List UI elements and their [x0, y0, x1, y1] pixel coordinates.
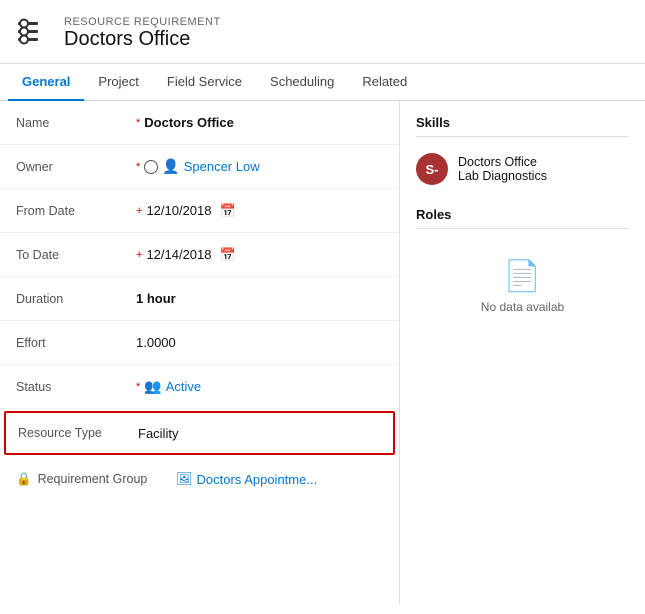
owner-value[interactable]: 👤 Spencer Low — [144, 158, 383, 175]
requirement-group-label: 🔒 Requirement Group — [16, 472, 176, 487]
main-content: Name * Doctors Office Owner * 👤 Spencer … — [0, 101, 645, 605]
to-date-field-row: To Date + 12/14/2018 📅 — [0, 233, 399, 277]
no-data-icon: 📄 — [504, 259, 541, 294]
skills-section-title: Skills — [416, 115, 629, 137]
skill-avatar: S- — [416, 153, 448, 185]
skill-name-line2: Lab Diagnostics — [458, 169, 547, 183]
right-panel: Skills S- Doctors Office Lab Diagnostics… — [400, 101, 645, 605]
req-group-image-icon: 🖼 — [176, 471, 193, 487]
status-value[interactable]: 👥 Active — [144, 378, 383, 395]
to-date-label: To Date — [16, 248, 136, 262]
requirement-group-value[interactable]: 🖼 Doctors Appointme... — [176, 471, 317, 487]
to-date-calendar-icon[interactable]: 📅 — [220, 247, 236, 263]
to-date-value[interactable]: 12/14/2018 📅 — [146, 247, 383, 263]
name-required-marker: * — [136, 117, 140, 129]
tab-scheduling[interactable]: Scheduling — [256, 64, 348, 101]
header-meta: RESOURCE REQUIREMENT Doctors Office — [64, 16, 221, 51]
resource-type-label: Resource Type — [18, 426, 138, 440]
to-date-text: 12/14/2018 — [146, 247, 211, 262]
effort-field-row: Effort 1.0000 — [0, 321, 399, 365]
roles-section-title: Roles — [416, 207, 629, 229]
skill-name: Doctors Office Lab Diagnostics — [458, 155, 547, 183]
duration-field-row: Duration 1 hour — [0, 277, 399, 321]
no-data-text: No data availab — [481, 300, 564, 314]
owner-field-row: Owner * 👤 Spencer Low — [0, 145, 399, 189]
tab-general[interactable]: General — [8, 64, 84, 101]
from-date-text: 12/10/2018 — [146, 203, 211, 218]
requirement-group-row: 🔒 Requirement Group 🖼 Doctors Appointme.… — [0, 457, 399, 501]
lock-icon: 🔒 — [16, 472, 32, 487]
status-icon: 👥 — [144, 378, 161, 395]
from-date-field-row: From Date + 12/10/2018 📅 — [0, 189, 399, 233]
name-field-row: Name * Doctors Office — [0, 101, 399, 145]
page-header: RESOURCE REQUIREMENT Doctors Office — [0, 0, 645, 64]
status-required-marker: * — [136, 381, 140, 393]
name-value: Doctors Office — [144, 115, 383, 130]
header-title: Doctors Office — [64, 28, 221, 51]
req-group-link-text: Doctors Appointme... — [197, 472, 318, 487]
owner-name: Spencer Low — [184, 159, 260, 174]
header-meta-label: RESOURCE REQUIREMENT — [64, 16, 221, 28]
from-date-calendar-icon[interactable]: 📅 — [220, 203, 236, 219]
resource-type-field-row: Resource Type Facility — [4, 411, 395, 455]
owner-circle-icon — [144, 160, 158, 174]
duration-label: Duration — [16, 292, 136, 306]
name-label: Name — [16, 116, 136, 130]
roles-no-data: 📄 No data availab — [416, 239, 629, 334]
from-date-label: From Date — [16, 204, 136, 218]
tab-field-service[interactable]: Field Service — [153, 64, 256, 101]
skill-name-line1: Doctors Office — [458, 155, 547, 169]
from-date-value[interactable]: 12/10/2018 📅 — [146, 203, 383, 219]
duration-value: 1 hour — [136, 291, 383, 306]
tab-related[interactable]: Related — [348, 64, 421, 101]
resource-requirement-icon — [16, 14, 52, 53]
tab-project[interactable]: Project — [84, 64, 152, 101]
tab-bar: General Project Field Service Scheduling… — [0, 64, 645, 101]
status-text: Active — [166, 379, 201, 394]
to-date-required-marker: + — [136, 249, 142, 261]
effort-value: 1.0000 — [136, 335, 383, 350]
req-group-label-text: Requirement Group — [38, 472, 148, 486]
skill-item: S- Doctors Office Lab Diagnostics — [416, 147, 629, 191]
owner-label: Owner — [16, 160, 136, 174]
resource-type-value: Facility — [138, 426, 381, 441]
status-field-row: Status * 👥 Active — [0, 365, 399, 409]
effort-label: Effort — [16, 336, 136, 350]
from-date-required-marker: + — [136, 205, 142, 217]
status-label: Status — [16, 380, 136, 394]
owner-required-marker: * — [136, 161, 140, 173]
left-panel: Name * Doctors Office Owner * 👤 Spencer … — [0, 101, 400, 605]
user-person-icon: 👤 — [162, 158, 179, 175]
